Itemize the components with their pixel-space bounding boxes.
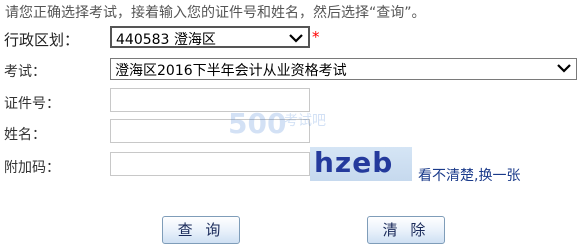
required-marker: * bbox=[312, 28, 320, 46]
name-label: 姓名： bbox=[4, 127, 46, 143]
id-number-label: 证件号： bbox=[4, 96, 60, 112]
captcha-image-text: hzeb bbox=[314, 146, 394, 179]
watermark-text: 考试吧 bbox=[284, 113, 326, 129]
chevron-down-icon bbox=[289, 34, 303, 43]
clear-button[interactable]: 清 除 bbox=[367, 216, 445, 244]
region-label: 行政区划： bbox=[4, 31, 80, 49]
exam-select[interactable]: 澄海区2016下半年会计从业资格考试 bbox=[110, 58, 577, 80]
exam-select-value: 澄海区2016下半年会计从业资格考试 bbox=[115, 63, 347, 79]
instruction-text: 请您正确选择考试，接着输入您的证件号和姓名，然后选择“查询”。 bbox=[5, 5, 426, 21]
region-select-value: 440583 澄海区 bbox=[116, 32, 216, 48]
captcha-image[interactable]: hzeb bbox=[310, 146, 412, 181]
query-button[interactable]: 查 询 bbox=[162, 216, 240, 244]
exam-label: 考试： bbox=[4, 64, 46, 80]
region-select[interactable]: 440583 澄海区 bbox=[110, 26, 310, 48]
watermark-logo: 500 考试吧 bbox=[228, 107, 326, 140]
captcha-input[interactable] bbox=[110, 152, 310, 176]
watermark-number: 500 bbox=[228, 107, 286, 140]
refresh-captcha-link[interactable]: 看不清楚,换一张 bbox=[418, 165, 520, 185]
chevron-down-icon bbox=[557, 64, 571, 73]
captcha-label: 附加码： bbox=[4, 160, 60, 176]
